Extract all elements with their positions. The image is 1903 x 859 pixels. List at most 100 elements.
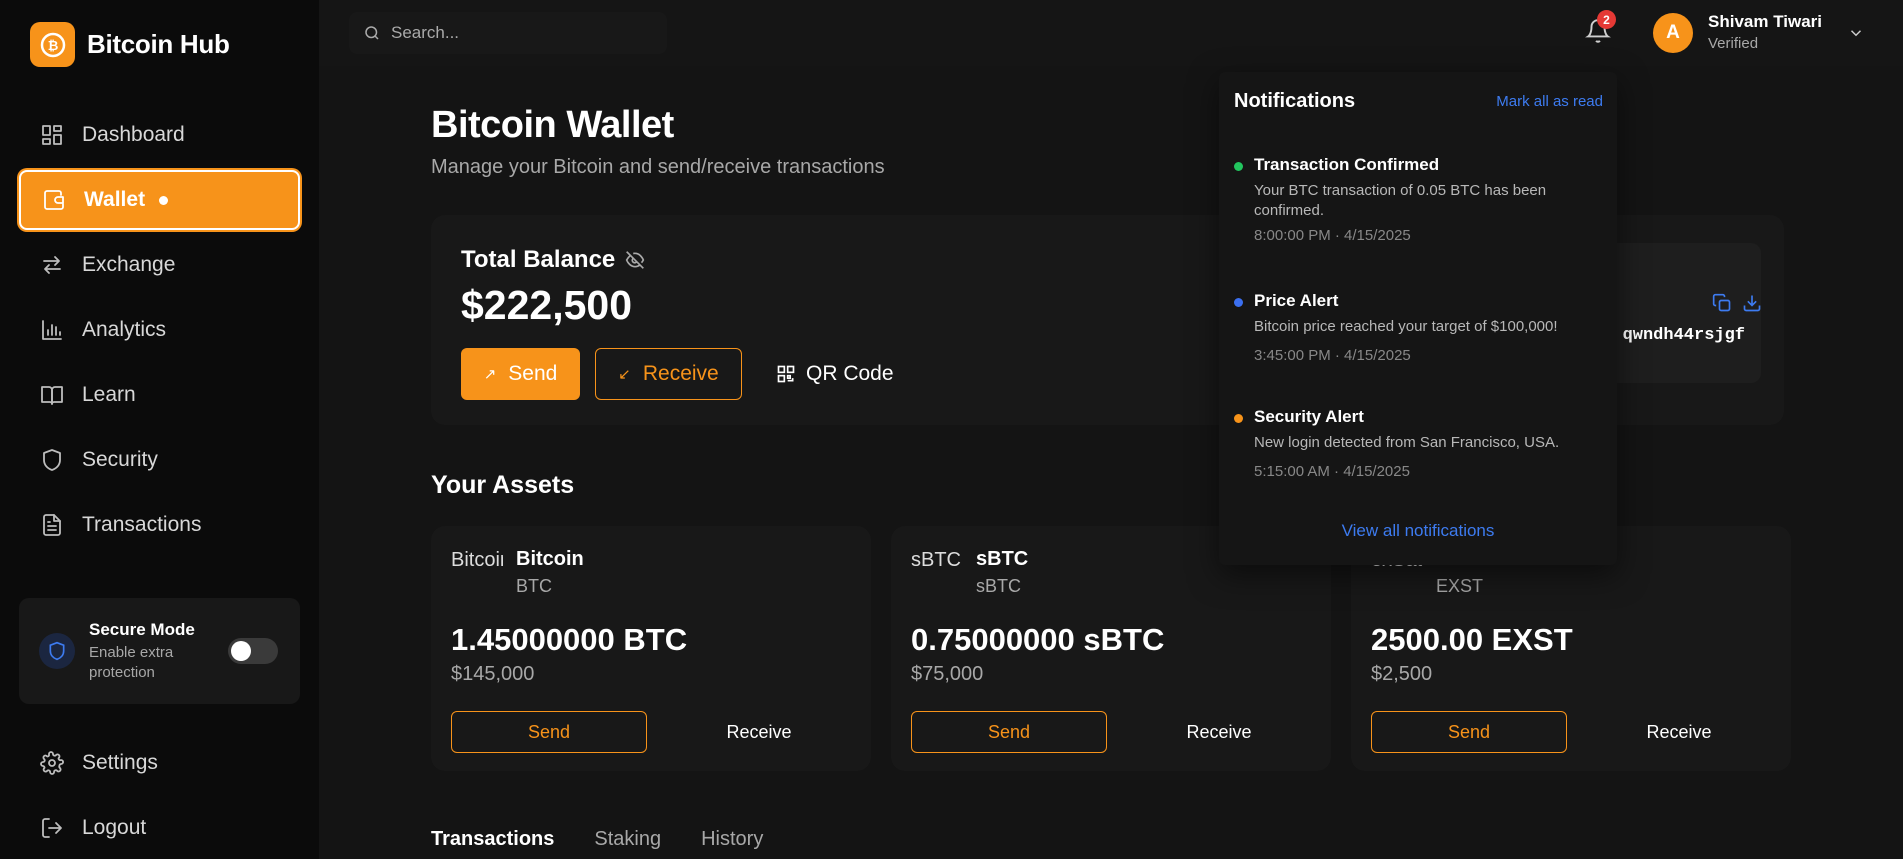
sidebar-item-wallet[interactable]: Wallet xyxy=(19,170,300,230)
sidebar: ₿ Bitcoin Hub Dashboard Wallet Exchange … xyxy=(0,0,319,859)
exchange-icon xyxy=(43,256,61,274)
secure-mode-title: Secure Mode xyxy=(89,620,195,639)
shield-icon xyxy=(43,449,61,471)
receive-button[interactable]: ↙ Receive xyxy=(595,348,742,400)
asset-amount: 2500.00 EXST xyxy=(1371,622,1573,657)
secure-mode-panel: Secure Mode Enable extra protection xyxy=(19,598,300,704)
receive-button-label: Receive xyxy=(642,362,719,385)
notification-item[interactable]: Transaction Confirmed Your BTC transacti… xyxy=(1219,152,1617,262)
asset-symbol: EXST xyxy=(1436,576,1484,596)
asset-image: sBTC xyxy=(911,549,961,571)
asset-send-button[interactable]: Send xyxy=(911,711,1107,753)
notifications-title: Notifications xyxy=(1234,90,1356,112)
download-icon[interactable] xyxy=(1742,293,1762,313)
asset-amount: 1.45000000 BTC xyxy=(451,622,688,657)
asset-symbol: BTC xyxy=(516,576,552,596)
search-input[interactable] xyxy=(391,23,651,43)
search-box[interactable] xyxy=(349,12,667,54)
arrow-up-right-icon: ↗ xyxy=(483,366,497,383)
search-icon xyxy=(365,26,379,40)
assets-title: Your Assets xyxy=(431,471,575,499)
asset-receive-button[interactable]: Receive xyxy=(1121,711,1317,753)
sidebar-item-label: Logout xyxy=(82,816,147,839)
sidebar-nav: Dashboard Wallet Exchange Analytics Lear… xyxy=(19,105,300,560)
section-tabs: Transactions Staking History xyxy=(431,828,763,851)
asset-send-button[interactable]: Send xyxy=(1371,711,1567,753)
sidebar-item-settings[interactable]: Settings xyxy=(19,733,300,793)
shield-icon xyxy=(39,633,75,669)
sidebar-item-label: Exchange xyxy=(82,253,176,276)
bitcoin-logo-icon: ₿ xyxy=(30,22,75,67)
status-dot xyxy=(1234,414,1243,423)
avatar[interactable]: A xyxy=(1653,13,1693,53)
tab-staking[interactable]: Staking xyxy=(594,828,661,851)
topbar: 2 A Shivam Tiwari Verified xyxy=(319,0,1903,66)
send-button-label: Send xyxy=(508,362,558,385)
notification-title: Price Alert xyxy=(1254,291,1339,310)
asset-receive-button[interactable]: Receive xyxy=(1581,711,1777,753)
page-subtitle: Manage your Bitcoin and send/receive tra… xyxy=(431,156,885,178)
asset-name: Bitcoin xyxy=(516,548,584,570)
active-indicator-dot xyxy=(159,195,169,205)
send-button[interactable]: ↗ Send xyxy=(461,348,580,400)
qr-code-label: QR Code xyxy=(806,362,894,385)
asset-usd-value: $2,500 xyxy=(1371,663,1433,685)
notification-title: Transaction Confirmed xyxy=(1254,155,1440,174)
asset-name: sBTC xyxy=(976,548,1029,570)
gear-icon xyxy=(40,751,64,775)
notification-time: 3:45:00 PM · 4/15/2025 xyxy=(1254,347,1411,364)
svg-text:₿: ₿ xyxy=(47,38,58,53)
notifications-panel: Notifications Mark all as read Transacti… xyxy=(1219,72,1617,565)
sidebar-bottom-nav: Settings Logout xyxy=(19,733,300,859)
sidebar-item-learn[interactable]: Learn xyxy=(19,365,300,425)
balance-label: Total Balance xyxy=(461,246,645,274)
notification-message: Bitcoin price reached your target of $10… xyxy=(1254,318,1558,335)
user-name[interactable]: Shivam Tiwari xyxy=(1708,12,1822,32)
sidebar-item-label: Settings xyxy=(82,751,158,774)
notification-item[interactable]: Price Alert Bitcoin price reached your t… xyxy=(1219,288,1617,378)
sidebar-item-logout[interactable]: Logout xyxy=(19,798,300,858)
asset-receive-button[interactable]: Receive xyxy=(661,711,857,753)
toggle-knob xyxy=(231,641,251,661)
wallet-icon xyxy=(44,190,64,210)
dashboard-icon xyxy=(42,125,62,145)
asset-usd-value: $75,000 xyxy=(911,663,984,685)
sidebar-item-dashboard[interactable]: Dashboard xyxy=(19,105,300,165)
notification-time: 8:00:00 PM · 4/15/2025 xyxy=(1254,227,1411,244)
secure-mode-toggle[interactable] xyxy=(228,638,278,664)
wallet-address: qwndh44rsjgf xyxy=(1622,326,1745,345)
notification-message: Your BTC transaction of 0.05 BTC has bee… xyxy=(1254,182,1547,219)
qr-code-button[interactable]: QR Code xyxy=(776,348,894,400)
notification-item[interactable]: Security Alert New login detected from S… xyxy=(1219,404,1617,494)
notification-title: Security Alert xyxy=(1254,407,1364,426)
asset-amount: 0.75000000 sBTC xyxy=(911,622,1165,657)
asset-image: Bitcoin xyxy=(451,549,503,571)
eye-off-icon[interactable] xyxy=(625,250,645,270)
balance-label-text: Total Balance xyxy=(461,246,616,273)
sidebar-item-analytics[interactable]: Analytics xyxy=(19,300,300,360)
sidebar-item-security[interactable]: Security xyxy=(19,430,300,490)
tab-history[interactable]: History xyxy=(701,828,763,851)
chevron-down-icon[interactable] xyxy=(1847,24,1865,42)
secure-mode-subtitle: Enable extra protection xyxy=(89,644,174,681)
sidebar-item-label: Dashboard xyxy=(82,123,185,146)
mark-all-read-link[interactable]: Mark all as read xyxy=(1496,93,1603,110)
user-status: Verified xyxy=(1708,35,1759,52)
book-icon xyxy=(41,386,63,405)
sidebar-item-exchange[interactable]: Exchange xyxy=(19,235,300,295)
status-dot xyxy=(1234,298,1243,307)
sidebar-item-label: Learn xyxy=(82,383,136,406)
tab-transactions[interactable]: Transactions xyxy=(431,828,554,851)
arrow-down-left-icon: ↙ xyxy=(618,366,631,383)
qr-code-icon xyxy=(777,365,795,383)
notification-time: 5:15:00 AM · 4/15/2025 xyxy=(1254,463,1410,480)
balance-amount: $222,500 xyxy=(461,282,633,328)
copy-icon[interactable] xyxy=(1712,293,1732,313)
asset-send-button[interactable]: Send xyxy=(451,711,647,753)
sidebar-item-label: Analytics xyxy=(82,318,167,341)
view-all-notifications-link[interactable]: View all notifications xyxy=(1219,521,1617,541)
app-logo[interactable]: ₿ Bitcoin Hub xyxy=(30,22,230,67)
asset-symbol: sBTC xyxy=(976,576,1021,596)
sidebar-item-transactions[interactable]: Transactions xyxy=(19,495,300,555)
sidebar-item-label: Wallet xyxy=(84,188,146,211)
